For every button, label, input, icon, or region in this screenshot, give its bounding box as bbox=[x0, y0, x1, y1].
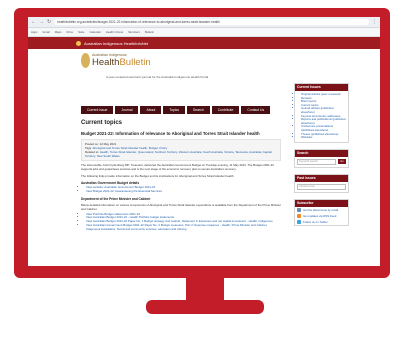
twitter-icon bbox=[297, 219, 301, 224]
monitor-stand-base bbox=[146, 300, 264, 314]
budget-links-list: View website: Australian Government Budg… bbox=[86, 186, 281, 194]
subscribe-label: Follow us on Twitter bbox=[303, 219, 328, 224]
section-heading: Department of the Prime Minister and Cab… bbox=[81, 196, 151, 201]
nav-contact[interactable]: Contact Us bbox=[241, 106, 271, 114]
article: Current topics Budget 2021-22: Informati… bbox=[81, 120, 281, 232]
search-panel: Search Keyword search Go bbox=[294, 148, 349, 168]
monitor-screen: ← → ↻ healthbulletin.org.au/articles/bud… bbox=[28, 17, 380, 266]
page-content: Australian Indigenous HealthBulletin A p… bbox=[76, 48, 376, 266]
site-header: Australian Indigenous HealthBulletin A p… bbox=[76, 48, 376, 86]
email-icon bbox=[297, 207, 301, 212]
menu-icon[interactable]: ⋮ bbox=[372, 17, 377, 27]
sidebar-link[interactable]: Websites bbox=[301, 136, 346, 140]
back-arrow-icon[interactable]: ← bbox=[31, 17, 36, 27]
article-title: Budget 2021-22: Information of relevance… bbox=[81, 131, 260, 136]
subscribe-label: Get the latest issue by email bbox=[303, 207, 339, 212]
current-issues-panel: Current Issues Original articles (peer r… bbox=[294, 83, 349, 143]
logo-title[interactable]: HealthBulletin bbox=[92, 57, 151, 68]
bookmark-item[interactable]: Health Infonet bbox=[106, 30, 123, 34]
search-button[interactable]: Go bbox=[338, 159, 346, 165]
past-issues-panel: Past issues Choose issue bbox=[294, 173, 349, 193]
subscribe-twitter[interactable]: Follow us on Twitter bbox=[295, 219, 348, 225]
nav-contribute[interactable]: Contribute bbox=[211, 106, 240, 114]
list-item[interactable]: View Budget 2021-22: Guaranteeing the Es… bbox=[86, 189, 281, 194]
bookmark-item[interactable]: Maps bbox=[55, 30, 62, 34]
healthinfonet-logo-icon[interactable] bbox=[76, 40, 81, 46]
forward-arrow-icon[interactable]: → bbox=[39, 17, 44, 27]
search-input[interactable]: Keyword search bbox=[297, 158, 336, 165]
bookmark-item[interactable]: Calendar bbox=[89, 30, 100, 34]
panel-title: Past issues bbox=[295, 174, 348, 182]
bookmarks-bar: Apps Gmail Maps Drive Suite Calendar Hea… bbox=[28, 28, 380, 37]
nav-current-issue[interactable]: Current Issue bbox=[81, 106, 114, 114]
bookmark-item[interactable]: Drive bbox=[67, 30, 74, 34]
address-bar[interactable]: healthbulletin.org.au/articles/budget-20… bbox=[54, 19, 369, 25]
panel-title: Current Issues bbox=[295, 84, 348, 91]
sidebar: Current Issues Original articles (peer r… bbox=[294, 83, 349, 232]
current-issues-list: Original articles (peer reviewed) Review… bbox=[295, 91, 348, 142]
bookmark-item[interactable]: Apps bbox=[31, 30, 37, 34]
article-meta: Posted on: 12 May 2021 Tags: Aboriginal … bbox=[81, 139, 281, 161]
bookmark-item[interactable]: Gmail bbox=[42, 30, 49, 34]
bookmark-item[interactable]: Members bbox=[128, 30, 140, 34]
banner-title[interactable]: Australian Indigenous HealthInfoNet bbox=[84, 41, 148, 46]
links-paragraph: The following links provide information … bbox=[81, 173, 235, 178]
subscribe-label: Get updates via RSS Feed bbox=[303, 213, 337, 218]
nav-about[interactable]: About bbox=[140, 106, 162, 114]
subscribe-panel: Subscribe Get the latest issue by email … bbox=[294, 198, 349, 226]
meta-related-link[interactable]: Health, Torres Strait Islander, Queensla… bbox=[85, 150, 272, 158]
panel-title: Search bbox=[295, 149, 348, 157]
pmc-links-list: View Portfolio Budget statements 2021-22… bbox=[86, 212, 281, 232]
past-issues-select[interactable]: Choose issue bbox=[297, 183, 346, 190]
reload-icon[interactable]: ↻ bbox=[47, 17, 51, 27]
site-tagline: A peer-reviewed electronic journal for t… bbox=[106, 75, 209, 79]
meta-related-row: Related to: Health, Torres Strait Island… bbox=[85, 150, 277, 158]
health-bulletin-logo-icon[interactable] bbox=[81, 53, 90, 68]
browser-toolbar: ← → ↻ healthbulletin.org.au/articles/bud… bbox=[28, 17, 380, 28]
search-box: Keyword search Go bbox=[295, 157, 348, 167]
panel-title: Subscribe bbox=[295, 199, 348, 207]
logo-title-part: Health bbox=[92, 57, 120, 68]
bookmark-item[interactable]: Suite bbox=[78, 30, 84, 34]
nav-journal[interactable]: Journal bbox=[115, 106, 139, 114]
list-item[interactable]: View Australian Government Budget 2021-2… bbox=[86, 223, 281, 232]
section-title: Current topics bbox=[81, 120, 123, 126]
logo-title-part: Bulletin bbox=[119, 57, 151, 68]
nav-topics[interactable]: Topics bbox=[163, 106, 185, 114]
main-nav: Current Issue Journal About Topics Searc… bbox=[81, 106, 271, 114]
intro-paragraph: The Honourable Josh Frydenberg MP, Treas… bbox=[81, 163, 274, 171]
past-issues-box: Choose issue bbox=[295, 182, 348, 192]
rss-icon bbox=[297, 213, 301, 218]
bookmark-item[interactable]: Bulletin bbox=[145, 30, 154, 34]
nav-search[interactable]: Search bbox=[186, 106, 210, 114]
pmc-paragraph: Below detailed information on various co… bbox=[81, 202, 281, 211]
